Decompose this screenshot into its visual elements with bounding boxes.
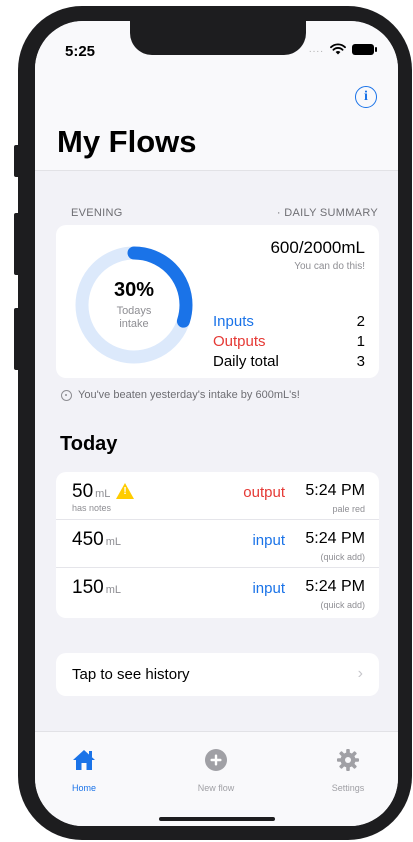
flow-unit: mL — [105, 536, 121, 548]
outputs-row: Outputs 1 — [213, 333, 365, 350]
intake-label-line1: Todays — [116, 305, 152, 317]
intake-percent: 30% — [113, 279, 155, 301]
inputs-row: Inputs 2 — [213, 313, 365, 330]
daily-summary-label: · DAILY SUMMARY — [276, 207, 378, 219]
volume-down-button — [14, 308, 20, 370]
volume-up-button — [14, 213, 20, 275]
cellular-signal: .... — [308, 43, 324, 55]
wifi-icon — [330, 43, 346, 55]
target-icon — [61, 389, 72, 401]
tab-new-flow-label: New flow — [197, 783, 235, 793]
notch — [130, 21, 306, 55]
daily-summary-card: 30% Todays intake 600/2000mL You can do … — [56, 225, 379, 378]
tab-settings-label: Settings — [331, 783, 365, 793]
today-heading: Today — [60, 433, 118, 455]
comparison-text: You've beaten yesterday's intake by 600m… — [78, 389, 300, 401]
status-icons: .... — [308, 43, 377, 55]
warning-icon — [116, 483, 135, 499]
flow-type: output — [243, 484, 285, 501]
flow-detail: (quick add) — [320, 600, 365, 610]
tab-bar: Home New flow Settings — [35, 731, 398, 826]
home-icon — [73, 750, 95, 770]
chevron-right-icon: › — [357, 665, 363, 682]
tab-home[interactable]: Home — [39, 748, 129, 793]
outputs-label: Outputs — [213, 333, 266, 350]
flow-time: 5:24 PM — [305, 482, 365, 499]
flow-amount: 450 mL — [72, 529, 121, 551]
today-flows-list: 50mL has notes output 5:24 PM pale red 4… — [56, 472, 379, 618]
intake-label: Todays intake — [72, 305, 196, 331]
status-time: 5:25 — [65, 43, 96, 60]
flow-type: input — [252, 580, 285, 597]
flow-row[interactable]: 50mL has notes output 5:24 PM pale red — [56, 472, 379, 520]
flow-time: 5:24 PM — [305, 530, 365, 547]
history-label: Tap to see history — [72, 666, 190, 683]
app-screen: 5:25 .... i My Flows EVENING · DAILY SUM… — [35, 21, 398, 826]
history-button[interactable]: Tap to see history › — [56, 653, 379, 696]
flow-amount-value: 450 — [72, 529, 104, 550]
daily-total-row: Daily total 3 — [213, 353, 365, 370]
outputs-count: 1 — [356, 333, 365, 350]
flow-unit: mL — [95, 488, 111, 500]
battery-icon — [352, 43, 377, 55]
flow-amount: 50 mL — [72, 481, 135, 503]
plus-circle-icon — [205, 749, 227, 771]
flow-unit: mL — [105, 584, 121, 596]
daily-total-label: Daily total — [213, 353, 279, 370]
flow-amount-value: 50 — [72, 481, 94, 502]
flow-row[interactable]: 450 mL input 5:24 PM (quick add) — [56, 520, 379, 568]
inputs-label: Inputs — [213, 313, 254, 330]
silent-switch — [14, 145, 20, 177]
intake-label-line2: intake — [119, 318, 149, 330]
encouragement-text: You can do this! — [294, 261, 365, 272]
flow-row[interactable]: 150 mL input 5:24 PM (quick add) — [56, 568, 379, 616]
period-label: EVENING — [71, 207, 123, 219]
flow-amount: 150 mL — [72, 577, 121, 599]
flow-detail: pale red — [332, 504, 365, 514]
daily-total-count: 3 — [356, 353, 365, 370]
flow-time: 5:24 PM — [305, 578, 365, 595]
flow-note: has notes — [72, 503, 112, 513]
info-icon[interactable]: i — [355, 86, 377, 108]
gear-icon — [337, 749, 359, 771]
comparison-message: You've beaten yesterday's intake by 600m… — [61, 389, 300, 401]
flow-amount-value: 150 — [72, 577, 104, 598]
inputs-count: 2 — [356, 313, 365, 330]
home-indicator — [159, 817, 275, 821]
daily-total-volume: 600/2000mL — [270, 238, 365, 257]
tab-home-label: Home — [71, 783, 96, 793]
tab-settings[interactable]: Settings — [303, 748, 393, 793]
page-title: My Flows — [57, 124, 197, 159]
flow-detail: (quick add) — [320, 552, 365, 562]
flow-type: input — [252, 532, 285, 549]
tab-new-flow[interactable]: New flow — [171, 748, 261, 793]
